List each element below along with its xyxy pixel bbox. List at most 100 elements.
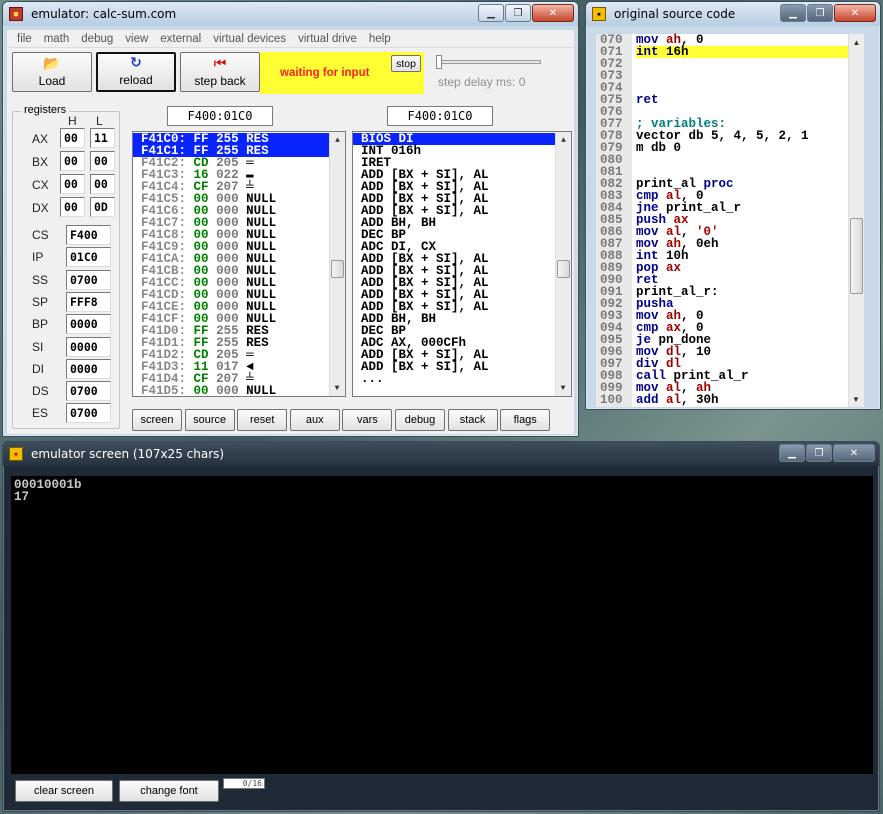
change-font-button[interactable]: change font [119, 780, 219, 802]
minimize-button[interactable]: ▁ [780, 4, 806, 22]
minimize-button[interactable]: ▁ [478, 4, 504, 22]
reload-label: reload [119, 73, 153, 87]
source-token: 16h [666, 45, 689, 59]
source-scrollbar[interactable]: ▲ ▼ [848, 34, 864, 407]
screen-titlebar[interactable]: ▪ emulator screen (107x25 chars) ▁ ❐ ✕ [3, 442, 879, 466]
step-delay-label: step delay ms: 0 [438, 75, 526, 89]
source-line[interactable] [636, 58, 848, 70]
menu-item-external[interactable]: external [154, 33, 207, 45]
reg-si[interactable]: 0000 [66, 336, 111, 357]
memory-hex: 00 [193, 384, 209, 397]
source-titlebar[interactable]: ▪ original source code ▁ ❐ ✕ [586, 2, 880, 26]
source-token: m db 0 [636, 141, 682, 155]
source-line[interactable]: m db 0 [636, 141, 848, 155]
load-button[interactable]: 📂 Load [12, 52, 92, 92]
source-button[interactable]: source [184, 409, 235, 431]
source-line[interactable] [636, 70, 848, 82]
reg-bx-l[interactable]: 00 [90, 151, 115, 171]
memory-scrollbar[interactable]: ▲ ▼ [329, 132, 345, 396]
reg-es[interactable]: 0700 [66, 403, 111, 424]
stack-button[interactable]: stack [447, 409, 498, 431]
disassembly-list[interactable]: BIOS DI INT 016h IRET ADD [BX + SI], AL ADD … [352, 131, 572, 397]
reg-bp[interactable]: 0000 [66, 314, 111, 335]
minimize-button[interactable]: ▁ [779, 444, 805, 462]
clear-screen-button[interactable]: clear screen [15, 780, 113, 802]
reg-cx-h[interactable]: 00 [60, 174, 85, 194]
maximize-button[interactable]: ❐ [505, 4, 531, 22]
memory-row[interactable]: F41D5: 00 000 NULL [133, 384, 345, 397]
disasm-scroll-thumb[interactable] [557, 260, 570, 278]
scroll-down-icon[interactable]: ▼ [556, 380, 570, 396]
step-back-button[interactable]: ⏮ step back [180, 52, 260, 92]
reg-di[interactable]: 0000 [66, 358, 111, 379]
disasm-address-field[interactable]: F400:01C0 [387, 106, 493, 126]
reg-ds[interactable]: 0700 [66, 381, 111, 402]
source-token: ret [636, 93, 659, 107]
menu-item-virtual-devices[interactable]: virtual devices [207, 33, 292, 45]
reg-label-dx: DX [32, 201, 49, 215]
vars-button[interactable]: vars [342, 409, 393, 431]
debug-button[interactable]: debug [395, 409, 445, 431]
scroll-up-icon[interactable]: ▲ [849, 34, 864, 50]
emulator-titlebar[interactable]: ■ emulator: calc-sum.com ▁ ❐ ✕ [3, 2, 578, 26]
menu-item-view[interactable]: view [119, 33, 154, 45]
disassembly-rows: BIOS DI INT 016h IRET ADD [BX + SI], AL ADD … [353, 132, 571, 385]
reg-ax-l[interactable]: 11 [90, 128, 115, 148]
menu-item-virtual-drive[interactable]: virtual drive [292, 33, 363, 45]
emulator-screen-output[interactable]: 00010001b 17 [11, 476, 873, 774]
disasm-address-value: F400:01C0 [407, 109, 473, 123]
reg-ss[interactable]: 0700 [66, 269, 111, 290]
scroll-down-icon[interactable]: ▼ [330, 380, 344, 396]
screen-output-line: 00010001b [14, 478, 82, 492]
maximize-button[interactable]: ❐ [807, 4, 833, 22]
scroll-up-icon[interactable]: ▲ [330, 132, 345, 148]
menu-item-debug[interactable]: debug [75, 33, 119, 45]
reload-button[interactable]: ↻ reload [96, 52, 176, 92]
reg-dx-h[interactable]: 00 [60, 197, 85, 217]
scroll-up-icon[interactable]: ▲ [556, 132, 571, 148]
menu-item-file[interactable]: file [11, 33, 38, 45]
screen-title: emulator screen (107x25 chars) [31, 447, 225, 461]
reg-ip[interactable]: 01C0 [66, 247, 111, 268]
source-scroll-thumb[interactable] [850, 218, 863, 294]
screen-button[interactable]: screen [132, 409, 182, 431]
flags-button[interactable]: flags [500, 409, 551, 431]
reg-cs[interactable]: F400 [66, 225, 111, 245]
source-line[interactable]: pop ax [636, 262, 848, 275]
disassembly-row[interactable]: ... [353, 373, 571, 386]
reg-sp[interactable]: FFF8 [66, 291, 111, 312]
char-counter: 0/16 [223, 778, 265, 789]
reg-cx-l[interactable]: 00 [90, 174, 115, 194]
reg-ax-h[interactable]: 00 [60, 128, 85, 148]
memory-scroll-thumb[interactable] [331, 260, 344, 278]
source-line[interactable] [636, 154, 848, 166]
memory-list[interactable]: F41C0: FF 255 RES F41C1: FF 255 RES F41C2:… [132, 131, 346, 397]
menu-item-math[interactable]: math [38, 33, 76, 45]
reg-label-bp: BP [32, 317, 49, 332]
scroll-down-icon[interactable]: ▼ [849, 391, 863, 407]
memory-decimal: 000 [216, 384, 239, 397]
source-line[interactable]: int 16h [636, 46, 848, 58]
reg-bx-h[interactable]: 00 [60, 151, 85, 171]
aux-button[interactable]: aux [289, 409, 340, 431]
screen-output-line: 17 [14, 490, 30, 504]
reset-button[interactable]: reset [237, 409, 288, 431]
maximize-button[interactable]: ❐ [806, 444, 832, 462]
close-button[interactable]: ✕ [532, 4, 574, 22]
source-token: , 10 [681, 345, 712, 359]
source-code-area[interactable]: mov ah, 0 int 16h ret; variables: vector db… [632, 34, 848, 407]
close-button[interactable]: ✕ [833, 444, 875, 462]
close-button[interactable]: ✕ [834, 4, 876, 22]
step-delay-slider-knob[interactable] [436, 55, 442, 69]
source-line[interactable]: add al, 30h [636, 394, 848, 407]
source-line[interactable] [636, 82, 848, 94]
source-line[interactable]: ret [636, 93, 848, 107]
step-delay-slider[interactable] [437, 60, 541, 64]
memory-address-field[interactable]: F400:01C0 [167, 106, 273, 126]
disassembly-row[interactable]: ADD [BX + SI], AL [353, 361, 571, 374]
menu-item-help[interactable]: help [363, 33, 397, 45]
disasm-scrollbar[interactable]: ▲ ▼ [555, 132, 571, 396]
reg-dx-l[interactable]: 0D [90, 197, 115, 217]
reg-l-header: L [96, 114, 103, 128]
stop-button[interactable]: stop [391, 55, 421, 72]
